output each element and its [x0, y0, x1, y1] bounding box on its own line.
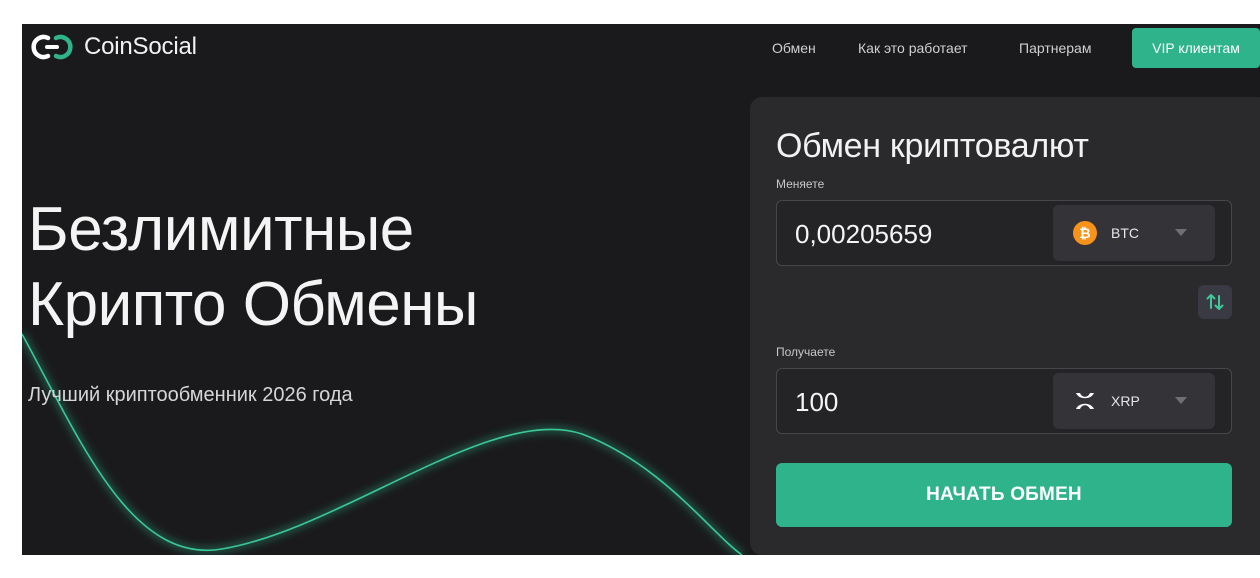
- chevron-down-icon: [1175, 397, 1187, 404]
- page-frame: CoinSocial Обмен Как это работает Партне…: [22, 24, 1260, 555]
- hero-title-line2: Крипто Обмены: [28, 270, 479, 339]
- exchange-card: Обмен криптовалют Меняете ₿ BTC Получает: [750, 97, 1260, 555]
- svg-text:₿: ₿: [1079, 226, 1090, 242]
- receive-field: XRP: [776, 368, 1232, 434]
- xrp-icon: [1076, 393, 1094, 409]
- hero-title-line1: Безлимитные: [28, 195, 414, 264]
- hero-title: Безлимитные Крипто Обмены: [28, 192, 479, 342]
- receive-label: Получаете: [776, 345, 836, 359]
- receive-amount-input[interactable]: [795, 387, 1035, 417]
- receive-currency-code: XRP: [1111, 393, 1140, 409]
- nav-link-how-it-works[interactable]: Как это работает: [858, 40, 968, 56]
- hero-subtitle: Лучший криптообменник 2026 года: [28, 384, 353, 406]
- brand-name: CoinSocial: [84, 33, 197, 60]
- send-label: Меняете: [776, 177, 825, 191]
- start-exchange-button[interactable]: НАЧАТЬ ОБМЕН: [776, 463, 1232, 527]
- exchange-title: Обмен криптовалют: [776, 127, 1089, 165]
- nav-link-exchange[interactable]: Обмен: [772, 40, 816, 56]
- swap-arrows-icon: [1206, 294, 1224, 310]
- receive-currency-select[interactable]: XRP: [1053, 373, 1215, 429]
- top-navbar: CoinSocial Обмен Как это работает Партне…: [22, 24, 1260, 70]
- vip-clients-button[interactable]: VIP клиентам: [1132, 28, 1260, 68]
- chevron-down-icon: [1175, 229, 1187, 236]
- coinsocial-logo-icon: [31, 34, 73, 60]
- swap-currencies-button[interactable]: [1198, 285, 1232, 319]
- logo[interactable]: CoinSocial: [28, 32, 197, 62]
- nav-link-partners[interactable]: Партнерам: [1019, 40, 1091, 56]
- send-amount-input[interactable]: [795, 219, 1035, 249]
- send-field: ₿ BTC: [776, 200, 1232, 266]
- send-currency-code: BTC: [1111, 225, 1139, 241]
- bitcoin-icon: ₿: [1073, 221, 1097, 245]
- send-currency-select[interactable]: ₿ BTC: [1053, 205, 1215, 261]
